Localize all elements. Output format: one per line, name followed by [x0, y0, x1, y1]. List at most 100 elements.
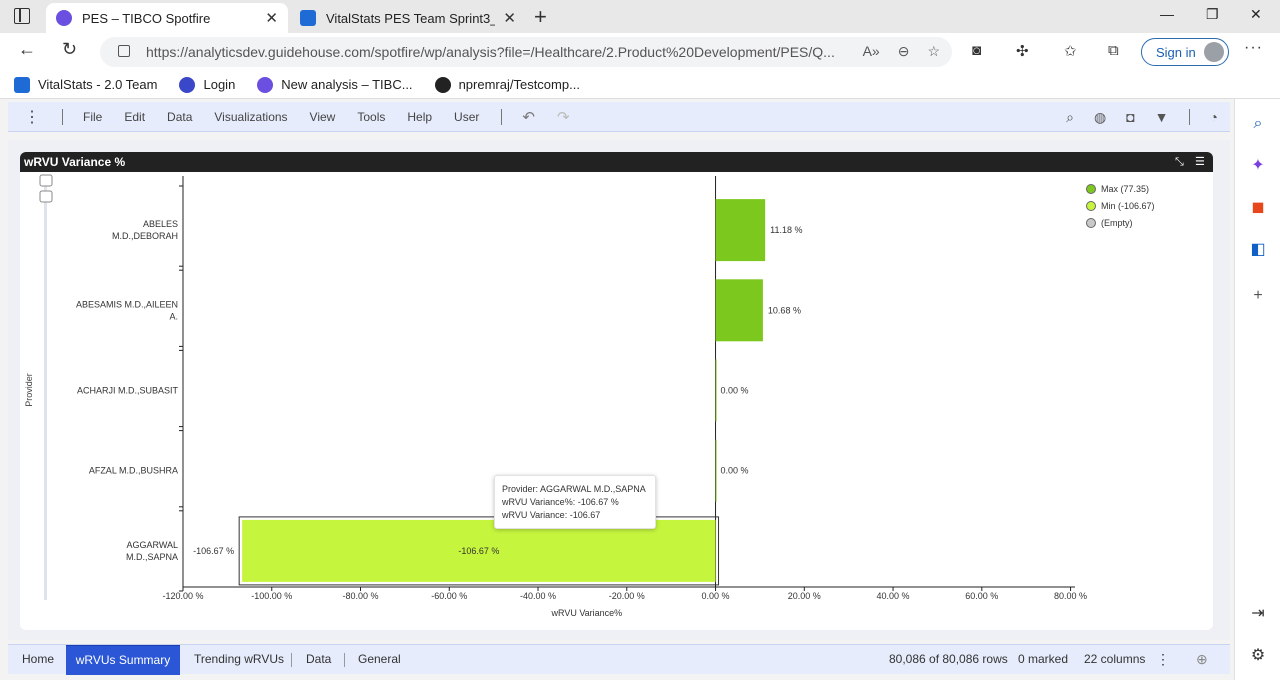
- notifications-icon[interactable]: ◔: [1210, 109, 1218, 125]
- page-tab-data[interactable]: Data: [292, 645, 345, 675]
- menu-edit[interactable]: Edit: [124, 110, 145, 124]
- provider-label: ABELES: [143, 219, 178, 229]
- x-axis-title: wRVU Variance%: [550, 608, 622, 618]
- x-tick-label: -100.00 %: [251, 591, 292, 601]
- x-tick-label: 80.00 %: [1054, 591, 1087, 601]
- tab-actions-icon[interactable]: [14, 8, 30, 24]
- page-tab-wrvus-summary[interactable]: wRVUs Summary: [66, 645, 180, 675]
- extension-icon[interactable]: ◙: [972, 42, 981, 59]
- bar-2[interactable]: [715, 279, 763, 342]
- favorites-icon[interactable]: ✩: [1064, 42, 1077, 60]
- extensions-puzzle-icon[interactable]: ✣: [1016, 42, 1029, 60]
- legend-label: Max (77.35): [1101, 183, 1150, 194]
- menu-view[interactable]: View: [310, 110, 336, 124]
- hide-sidebar-icon[interactable]: ⇥: [1249, 605, 1267, 623]
- x-tick-label: 60.00 %: [965, 591, 998, 601]
- menu-visualizations[interactable]: Visualizations: [214, 110, 287, 124]
- menu-help[interactable]: Help: [407, 110, 432, 124]
- bar-value-label: 0.00 %: [721, 466, 749, 476]
- page-tab-trending-wrvus[interactable]: Trending wRVUs: [180, 645, 298, 675]
- x-tick-label: 0.00 %: [702, 591, 730, 601]
- page-tab-home[interactable]: Home: [8, 645, 68, 675]
- close-window-icon[interactable]: ✕: [1250, 6, 1262, 23]
- provider-label: M.D.,DEBORAH: [112, 231, 178, 241]
- divider: [1188, 109, 1190, 125]
- sign-in-button[interactable]: Sign in: [1141, 38, 1229, 66]
- spotfire-toolbar: ⋮ File Edit Data Visualizations View Too…: [8, 102, 1230, 132]
- outlook-icon[interactable]: ◧: [1249, 241, 1267, 259]
- more-options-icon[interactable]: ···: [1244, 39, 1263, 57]
- back-icon[interactable]: ←: [18, 39, 36, 60]
- minimize-icon[interactable]: —: [1160, 6, 1174, 22]
- favorite-icon[interactable]: ☆: [927, 43, 940, 60]
- tab-title: PES – TIBCO Spotfire: [82, 10, 211, 26]
- menu-tools[interactable]: Tools: [357, 110, 385, 124]
- provider-label: M.D.,SAPNA: [126, 552, 178, 562]
- bookmark-new-analysis[interactable]: New analysis – TIBC...: [257, 76, 413, 93]
- provider-label: A.: [169, 311, 178, 321]
- sign-in-label: Sign in: [1156, 44, 1196, 60]
- visualization-area: wRVU Variance % ⤡ ☰ Provider -120.00 % -10…: [8, 140, 1230, 640]
- redo-icon[interactable]: ↷: [557, 108, 570, 126]
- search-icon[interactable]: ⌕: [1066, 109, 1074, 126]
- zoom-icon[interactable]: ⊖: [898, 43, 910, 60]
- legend-item-max[interactable]: Max (77.35): [1086, 180, 1155, 197]
- bookmark-vitalstats[interactable]: VitalStats - 2.0 Team: [14, 76, 157, 93]
- zoom-slider-track[interactable]: [44, 175, 47, 600]
- bookmark-github[interactable]: npremraj/Testcomp...: [434, 76, 580, 93]
- undo-icon[interactable]: ↶: [522, 108, 535, 126]
- settings-icon[interactable]: ⚙: [1249, 647, 1267, 665]
- read-aloud-icon[interactable]: A»: [863, 43, 880, 60]
- spotfire-icon: [56, 10, 72, 26]
- page-tab-general[interactable]: General: [344, 645, 415, 675]
- row-count: 80,086 of 80,086 rows: [889, 652, 1008, 666]
- divider: [62, 109, 63, 125]
- search-icon[interactable]: ⌕: [1249, 115, 1267, 133]
- new-tab-icon[interactable]: +: [534, 4, 547, 30]
- bookmark-login[interactable]: Login: [179, 76, 235, 93]
- browser-tab-vitalstats[interactable]: VitalStats PES Team Sprint3_Dec2 ✕: [290, 3, 526, 33]
- bookmark-label: npremraj/Testcomp...: [458, 77, 580, 92]
- globe-icon[interactable]: ⊕: [1196, 645, 1208, 675]
- bookmark-icon[interactable]: ◘: [1126, 109, 1134, 125]
- bar-4[interactable]: [715, 439, 717, 502]
- visualization-menu-icon[interactable]: ☰: [1195, 152, 1205, 172]
- refresh-icon[interactable]: ↻: [62, 39, 77, 60]
- x-tick-label: 20.00 %: [788, 591, 821, 601]
- copilot-icon[interactable]: ✦: [1249, 157, 1267, 175]
- zoom-slider-handle-top[interactable]: [39, 174, 53, 187]
- close-tab-icon[interactable]: ✕: [503, 9, 516, 27]
- drag-handle-icon[interactable]: ⋮: [24, 107, 40, 127]
- x-tick-label: -20.00 %: [609, 591, 645, 601]
- legend-item-min[interactable]: Min (-106.67): [1086, 197, 1155, 214]
- bar-value-label: -106.67 %: [458, 546, 499, 556]
- chart-canvas[interactable]: Provider -120.00 % -100.00 % -80.00 % -60.00…: [20, 172, 1213, 630]
- bar-3[interactable]: [715, 359, 717, 422]
- legend-label: (Empty): [1101, 217, 1133, 228]
- zoom-slider-handle-bottom[interactable]: [39, 190, 53, 203]
- filter-icon[interactable]: ▼: [1155, 109, 1169, 125]
- menu-user[interactable]: User: [454, 110, 479, 124]
- azure-devops-icon: [300, 10, 316, 26]
- add-sidebar-icon[interactable]: +: [1249, 287, 1267, 305]
- url-field[interactable]: https://analyticsdev.guidehouse.com/spot…: [100, 37, 952, 67]
- bar-chart-visualization[interactable]: wRVU Variance % ⤡ ☰ Provider -120.00 % -10…: [20, 152, 1213, 630]
- provider-label: AGGARWAL: [126, 540, 178, 550]
- x-tick-label: -60.00 %: [431, 591, 467, 601]
- azure-devops-icon: [14, 76, 30, 93]
- legend-item-empty[interactable]: (Empty): [1086, 214, 1155, 231]
- more-options-icon[interactable]: ⋮: [1156, 645, 1170, 675]
- collections-icon[interactable]: ⧉: [1108, 42, 1119, 59]
- x-tick-label: 40.00 %: [877, 591, 910, 601]
- browser-tab-spotfire[interactable]: PES – TIBCO Spotfire ✕: [46, 3, 288, 33]
- office-icon[interactable]: ◼: [1249, 199, 1267, 217]
- menu-file[interactable]: File: [83, 110, 102, 124]
- close-tab-icon[interactable]: ✕: [265, 9, 278, 27]
- bar-value-label: 11.18 %: [770, 225, 802, 235]
- maximize-icon[interactable]: ⤡: [1175, 152, 1184, 172]
- bar-1[interactable]: [715, 199, 766, 262]
- spotfire-icon: [257, 76, 274, 93]
- collaboration-icon[interactable]: ◍: [1094, 109, 1106, 126]
- restore-icon[interactable]: ❐: [1206, 6, 1219, 23]
- menu-data[interactable]: Data: [167, 110, 192, 124]
